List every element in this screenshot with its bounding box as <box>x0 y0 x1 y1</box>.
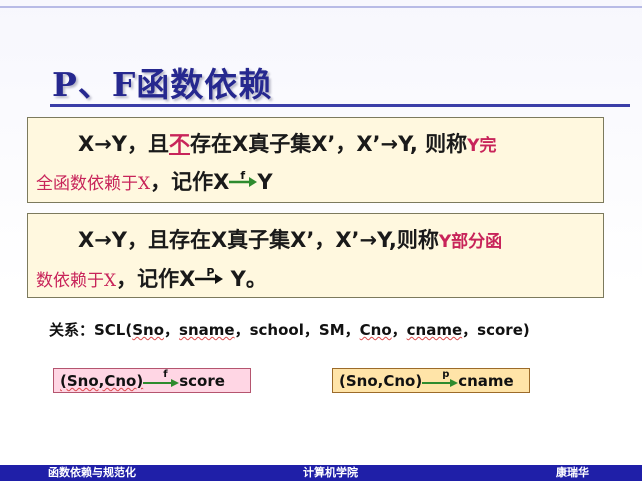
term-highlight: 数依赖于X <box>36 271 117 291</box>
relation-sep: ， <box>234 321 250 339</box>
term-highlight: Y部分函 <box>438 232 503 252</box>
relation-sep: ， <box>344 321 360 339</box>
example-left: (Sno,Cno) <box>339 372 423 390</box>
partial-dependency-line1: X→Y，且存在X真子集X’，X’→Y,则称Y部分函 <box>78 228 502 254</box>
example-right: cname <box>458 372 514 390</box>
full-dependency-line1: X→Y，且不存在X真子集X’，X’→Y, 则称Y完 <box>78 132 496 158</box>
example-left: (Sno,Cno) <box>60 372 144 390</box>
p-arrow-icon: p <box>422 369 459 390</box>
f-arrow-icon: f <box>143 369 180 390</box>
text-segment: ，记作X <box>116 267 196 291</box>
relation-attr: score <box>477 321 523 339</box>
relation-prefix: 关系：SCL( <box>49 321 133 339</box>
text-segment: Y <box>257 170 273 194</box>
relation-sep: ， <box>391 321 407 339</box>
relation-sep: ， <box>462 321 478 339</box>
emphasis-not: 不 <box>169 132 190 156</box>
relation-attr: sname <box>179 321 235 339</box>
relation-attr: cname <box>406 321 463 339</box>
partial-dependency-example: (Sno,Cno) p cname <box>332 368 530 393</box>
relation-sep: ， <box>164 321 180 339</box>
title-underline <box>50 104 630 107</box>
term-highlight: 全函数依赖于X <box>36 174 151 194</box>
relation-attr: SM <box>318 321 345 339</box>
relation-attr: school <box>249 321 304 339</box>
f-arrow-icon: f <box>229 169 258 193</box>
partial-dependency-box: X→Y，且存在X真子集X’，X’→Y,则称Y部分函 数依赖于X，记作X P Y。 <box>27 213 604 298</box>
text-segment: 存在X真子集X’，X’→Y, 则称 <box>190 132 468 156</box>
full-dependency-line2: 全函数依赖于X，记作X f Y <box>36 169 273 196</box>
slide: P、F函数依赖 X→Y，且不存在X真子集X’，X’→Y, 则称Y完 全函数依赖于… <box>0 0 642 481</box>
top-divider <box>0 6 642 8</box>
term-highlight: Y完 <box>467 136 497 156</box>
footer-course: 函数依赖与规范化 <box>48 466 136 479</box>
slide-title: P、F函数依赖 <box>52 65 273 104</box>
footer-school: 计算机学院 <box>303 466 358 479</box>
relation-schema: 关系：SCL(Sno，sname，school，SM，Cno，cname，sco… <box>49 319 530 340</box>
full-dependency-box: X→Y，且不存在X真子集X’，X’→Y, 则称Y完 全函数依赖于X，记作X f Y <box>27 117 604 203</box>
text-segment: X→Y，且存在X真子集X’，X’→Y,则称 <box>78 228 439 252</box>
text-segment: Y。 <box>230 267 267 291</box>
partial-dependency-line2: 数依赖于X，记作X P Y。 <box>36 266 267 293</box>
text-segment: X→Y，且 <box>78 132 169 156</box>
relation-attr: Cno <box>359 321 392 339</box>
footer-bar: 函数依赖与规范化 计算机学院 康瑞华 <box>0 465 642 481</box>
relation-sep: ， <box>303 321 319 339</box>
footer-author: 康瑞华 <box>556 466 589 479</box>
relation-suffix: ) <box>522 321 530 339</box>
full-dependency-example: (Sno,Cno) f score <box>53 368 251 393</box>
example-right: score <box>179 372 225 390</box>
text-segment: ，记作X <box>150 170 230 194</box>
relation-attr: Sno <box>132 321 165 339</box>
p-arrow-icon: P <box>195 266 224 290</box>
